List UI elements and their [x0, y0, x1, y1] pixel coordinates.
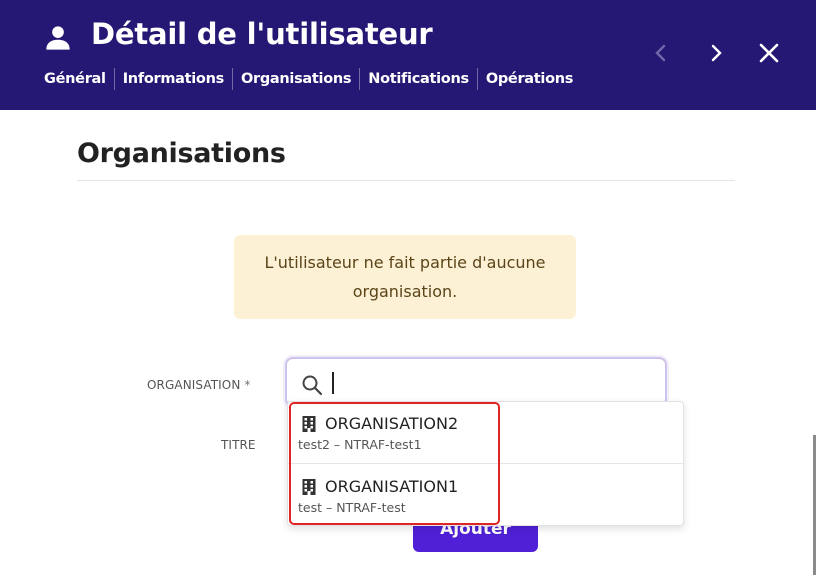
close-icon	[759, 43, 779, 63]
section-title: Organisations	[77, 138, 286, 169]
tab-general[interactable]: Général	[44, 68, 114, 90]
tab-operations[interactable]: Opérations	[476, 68, 581, 90]
tab-organisations[interactable]: Organisations	[231, 68, 359, 90]
user-icon	[46, 26, 70, 50]
section-divider	[77, 180, 735, 181]
close-button[interactable]	[754, 38, 784, 68]
required-marker: *	[244, 378, 251, 392]
chevron-left-icon	[655, 44, 666, 62]
search-icon	[302, 375, 323, 396]
header-bar: Détail de l'utilisateur Général Informat…	[0, 0, 816, 110]
tab-notifications[interactable]: Notifications	[359, 68, 477, 90]
organisation-search-input[interactable]	[285, 357, 667, 407]
next-button[interactable]	[701, 38, 731, 68]
titre-label: TITRE	[221, 438, 256, 452]
organisation-label-text: ORGANISATION	[147, 378, 241, 392]
highlight-box	[289, 402, 500, 525]
text-cursor	[332, 372, 334, 394]
previous-button[interactable]	[646, 38, 676, 68]
tab-informations[interactable]: Informations	[113, 68, 232, 90]
tab-bar: Général Informations Organisations Notif…	[44, 68, 581, 90]
empty-state-alert: L'utilisateur ne fait partie d'aucune or…	[234, 235, 576, 319]
chevron-right-icon	[711, 44, 722, 62]
organisation-label: ORGANISATION *	[147, 378, 250, 392]
alert-text: L'utilisateur ne fait partie d'aucune or…	[264, 253, 546, 301]
page-title: Détail de l'utilisateur	[91, 17, 433, 51]
